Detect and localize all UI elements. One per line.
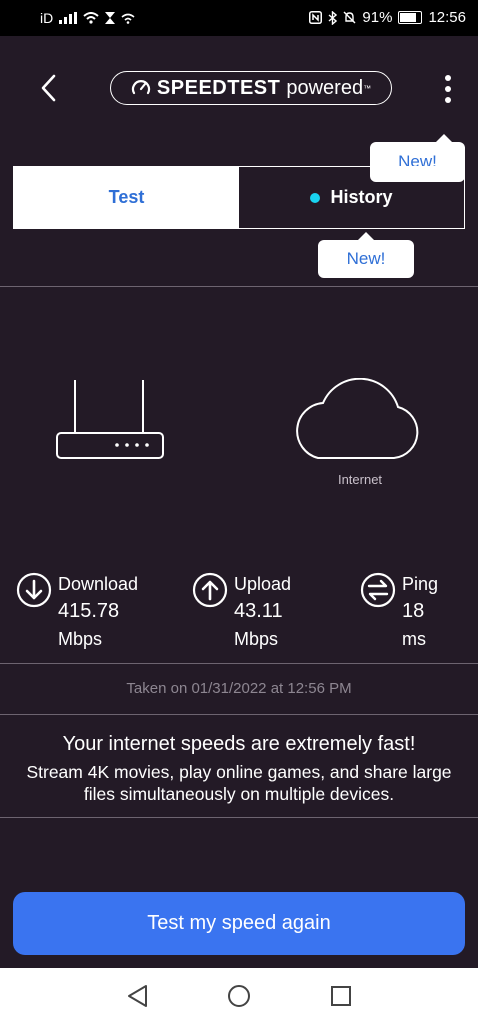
tab-history[interactable]: History	[239, 167, 464, 228]
nfc-icon	[309, 11, 323, 24]
logo-sub-text: powered	[286, 76, 364, 99]
status-bar: iD 91% 12:56	[0, 0, 478, 36]
carrier-label: iD	[40, 10, 54, 26]
upload-metric: Upload 43.11 Mbps	[192, 572, 332, 652]
download-value: 415.78	[58, 600, 120, 622]
divider	[0, 286, 478, 287]
battery-percent: 91%	[362, 9, 393, 26]
tab-test[interactable]: Test	[14, 167, 239, 228]
upload-label: Upload	[234, 574, 292, 594]
divider	[0, 714, 478, 715]
logo-trademark: ™	[363, 83, 372, 93]
battery-icon	[398, 11, 423, 24]
wifi-icon	[83, 12, 99, 24]
ping-value: 18	[402, 600, 425, 622]
arrow-up-circle-icon	[192, 572, 228, 608]
status-bar-left: iD	[40, 10, 135, 26]
result-message-body: Stream 4K movies, play online games, and…	[26, 762, 452, 804]
hourglass-icon	[105, 12, 116, 24]
divider	[0, 663, 478, 664]
tab-test-label: Test	[108, 187, 145, 207]
more-vertical-icon	[436, 75, 460, 103]
new-indicator-dot	[310, 192, 321, 203]
router-icon	[56, 380, 164, 459]
signal-icon	[59, 12, 78, 24]
more-menu-button[interactable]	[436, 72, 460, 104]
upload-unit: Mbps	[234, 629, 279, 649]
bluetooth-icon	[328, 10, 338, 25]
clock: 12:56	[428, 9, 466, 26]
chevron-left-icon	[41, 74, 56, 102]
mute-bell-icon	[343, 11, 356, 24]
speedometer-icon	[131, 80, 151, 95]
app-bar: SPEEDTEST powered ™	[0, 36, 478, 140]
internet-label: Internet	[337, 472, 383, 487]
ping-metric: Ping 18 ms	[360, 572, 470, 652]
speedtest-logo: SPEEDTEST powered ™	[110, 71, 392, 105]
square-recents-icon[interactable]	[327, 982, 355, 1010]
download-label: Download	[58, 574, 139, 594]
wifi-small-icon	[121, 13, 135, 24]
taken-on-timestamp: Taken on 01/31/2022 at 12:56 PM	[126, 680, 352, 697]
arrow-down-circle-icon	[16, 572, 52, 608]
upload-value: 43.11	[234, 600, 283, 622]
circle-home-icon[interactable]	[225, 982, 253, 1010]
cloud-icon	[296, 378, 419, 459]
swap-circle-icon	[360, 572, 396, 608]
back-button[interactable]	[36, 72, 64, 104]
triangle-back-icon[interactable]	[124, 982, 152, 1010]
ping-label: Ping	[402, 574, 439, 594]
download-metric: Download 415.78 Mbps	[16, 572, 176, 652]
test-again-button[interactable]: Test my speed again	[13, 892, 465, 955]
history-new-tooltip[interactable]: New!	[318, 232, 414, 278]
download-unit: Mbps	[58, 629, 103, 649]
ping-unit: ms	[402, 629, 426, 649]
logo-main-text: SPEEDTEST	[156, 76, 281, 99]
tab-bar: Test History	[13, 166, 465, 229]
status-bar-right: 91% 12:56	[309, 9, 466, 26]
system-nav-bar	[0, 968, 478, 1024]
divider	[0, 817, 478, 818]
tab-history-label: History	[330, 187, 393, 207]
result-message-title: Your internet speeds are extremely fast!	[62, 733, 416, 755]
